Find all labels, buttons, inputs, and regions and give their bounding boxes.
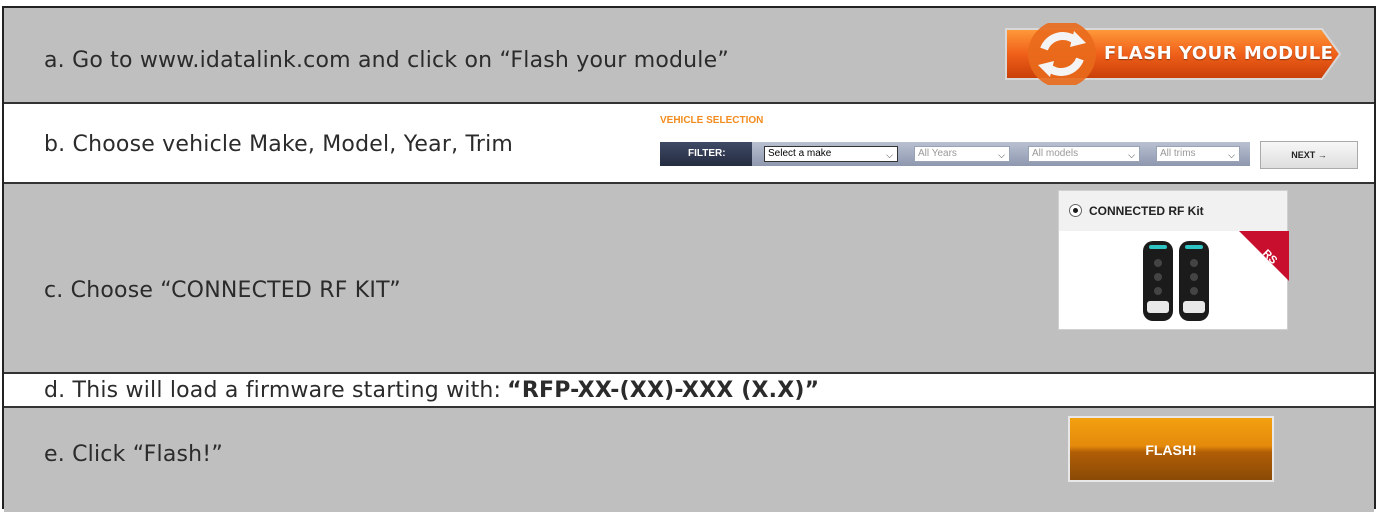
chevron-down-icon: ⌵: [1228, 150, 1235, 160]
rf-kit-label: CONNECTED RF Kit: [1089, 204, 1204, 218]
step-row-c: c. Choose “CONNECTED RF KIT” CONNECTED R…: [4, 184, 1374, 374]
trim-select-value: All trims: [1160, 148, 1196, 159]
key-fob-icon: [1179, 241, 1209, 321]
trim-select[interactable]: All trims ⌵: [1156, 146, 1240, 162]
firmware-prefix: “RFP-XX-(XX)-XXX (X.X)”: [507, 378, 820, 403]
flash-button-label: FLASH!: [1145, 442, 1197, 458]
radio-selected-icon[interactable]: [1069, 204, 1082, 217]
step-row-e: e. Click “Flash!” FLASH!: [4, 408, 1374, 512]
step-row-a: a. Go to www.idatalink.com and click on …: [4, 8, 1374, 104]
make-select[interactable]: Select a make ⌵: [764, 146, 898, 162]
key-fob-icon: [1143, 241, 1173, 321]
chevron-down-icon: ⌵: [886, 150, 893, 160]
step-e-text: e. Click “Flash!”: [44, 442, 223, 467]
year-select[interactable]: All Years ⌵: [914, 146, 1010, 162]
remote-starter-image: RS: [1143, 231, 1289, 321]
flash-button[interactable]: FLASH!: [1068, 416, 1274, 482]
chevron-down-icon: ⌵: [998, 150, 1005, 160]
step-a-text: a. Go to www.idatalink.com and click on …: [44, 48, 729, 73]
make-select-value: Select a make: [768, 148, 832, 159]
step-d-line: d. This will load a firmware starting wi…: [44, 378, 819, 403]
step-d-text: d. This will load a firmware starting wi…: [44, 378, 502, 403]
model-select-value: All models: [1032, 148, 1079, 159]
instruction-table: a. Go to www.idatalink.com and click on …: [2, 6, 1376, 512]
step-c-text: c. Choose “CONNECTED RF KIT”: [44, 278, 401, 303]
vehicle-selection-title: VEHICLE SELECTION: [660, 115, 764, 126]
filter-label: FILTER:: [688, 148, 726, 159]
step-row-d: d. This will load a firmware starting wi…: [4, 374, 1374, 408]
flash-your-module-button[interactable]: FLASH YOUR MODULE: [1004, 20, 1344, 88]
flash-your-module-label: FLASH YOUR MODULE: [1104, 43, 1334, 64]
vehicle-filter-bar: FILTER: Select a make ⌵ All Years ⌵ All mo…: [660, 142, 1250, 166]
next-button[interactable]: NEXT →: [1260, 141, 1358, 169]
year-select-value: All Years: [918, 148, 957, 159]
step-row-b: b. Choose vehicle Make, Model, Year, Tri…: [4, 104, 1374, 184]
filter-tab: FILTER:: [660, 142, 752, 166]
connected-rf-kit-option[interactable]: CONNECTED RF Kit RS: [1058, 190, 1289, 330]
model-select[interactable]: All models ⌵: [1028, 146, 1140, 162]
step-b-text: b. Choose vehicle Make, Model, Year, Tri…: [44, 132, 514, 157]
chevron-down-icon: ⌵: [1128, 150, 1135, 160]
